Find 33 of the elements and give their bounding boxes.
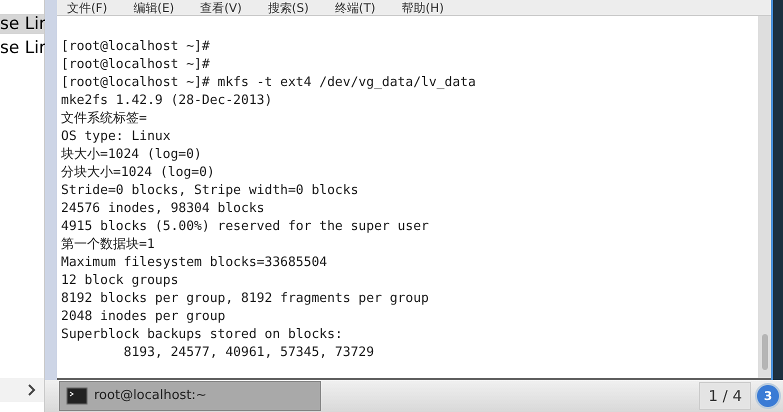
task-button[interactable]: root@localhost:~ <box>59 381 321 411</box>
terminal-line: 块大小=1024 (log=0) <box>61 146 202 164</box>
terminal-line: 12 block groups <box>61 272 178 290</box>
menu-item[interactable]: 搜索(S) <box>268 1 309 15</box>
terminal-line: OS type: Linux <box>61 128 171 146</box>
terminal-line: Superblock backups stored on blocks: <box>61 326 343 344</box>
terminal-line: [root@localhost ~]# mkfs -t ext4 /dev/vg_data/lv_data <box>61 74 476 92</box>
terminal-line: 2048 inodes per group <box>61 308 226 326</box>
terminal-line: 8192 blocks per group, 8192 fragments per group <box>61 290 429 308</box>
workspace-pager[interactable]: 1 / 4 <box>699 382 751 410</box>
terminal-line: Stride=0 blocks, Stripe width=0 blocks <box>61 182 358 200</box>
terminal-line: mke2fs 1.42.9 (28-Dec-2013) <box>61 92 272 110</box>
list-item[interactable]: se Lir <box>0 14 44 34</box>
terminal-line: [root@localhost ~]# <box>61 56 210 74</box>
scroll-thumb[interactable] <box>762 334 768 370</box>
menu-item[interactable]: 终端(T) <box>334 1 376 15</box>
terminal-line: 8193, 24577, 40961, 57345, 73729 <box>122 344 374 362</box>
menu-item[interactable]: 查看(V) <box>200 1 242 15</box>
terminal-line: [root@localhost ~]# <box>61 38 210 56</box>
menu-item[interactable]: 文件(F) <box>67 1 108 15</box>
terminal-line: 文件系统标签= <box>61 110 147 128</box>
terminal-line: Maximum filesystem blocks=33685504 <box>61 254 328 272</box>
menu-item[interactable]: 编辑(E) <box>133 1 174 15</box>
terminal-line: 24576 inodes, 98304 blocks <box>61 200 264 218</box>
terminal-line: 第一个数据块=1 <box>61 236 155 254</box>
expand-button[interactable] <box>0 378 44 402</box>
notification-badge[interactable]: 3 <box>755 383 781 409</box>
task-label: root@localhost:~ <box>94 387 207 406</box>
menu-item[interactable]: 帮助(H) <box>401 1 444 15</box>
terminal-icon <box>66 387 88 405</box>
terminal-line: 分块大小=1024 (log=0) <box>61 164 215 182</box>
chevron-right-icon <box>28 384 36 396</box>
terminal-line: 4915 blocks (5.00%) reserved for the super user <box>61 218 429 236</box>
